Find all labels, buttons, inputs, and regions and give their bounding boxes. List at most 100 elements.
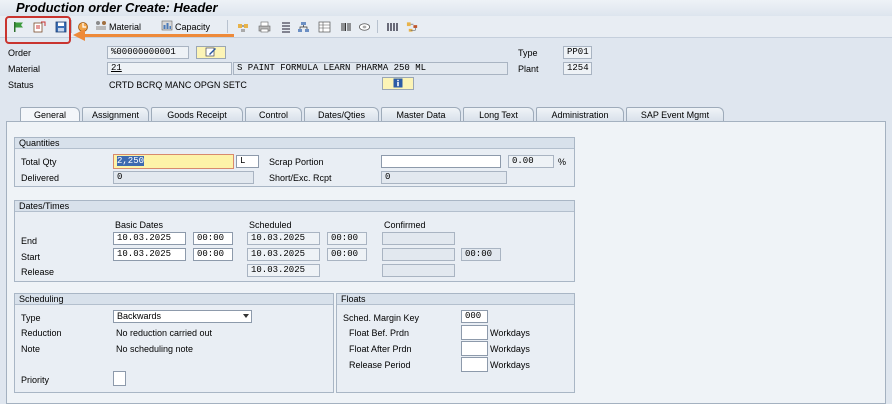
plant-label: Plant bbox=[518, 64, 539, 74]
dates-times-title: Dates/Times bbox=[15, 201, 574, 212]
order-field[interactable]: %00000000001 bbox=[107, 46, 189, 59]
network-icon[interactable] bbox=[406, 20, 419, 33]
table-icon[interactable] bbox=[318, 20, 331, 33]
material-description: S PAINT FORMULA LEARN PHARMA 250 ML bbox=[233, 62, 508, 75]
total-qty-label: Total Qty bbox=[21, 157, 57, 167]
start-confirmed-date-field bbox=[382, 248, 455, 261]
tab-goods-receipt[interactable]: Goods Receipt bbox=[151, 107, 243, 121]
tab-assignment[interactable]: Assignment bbox=[82, 107, 149, 121]
tab-control[interactable]: Control bbox=[245, 107, 302, 121]
arrow-annotation-head bbox=[73, 29, 85, 41]
start-label: Start bbox=[21, 252, 41, 262]
delivered-field: 0 bbox=[113, 171, 254, 184]
float-after-prdn-field[interactable] bbox=[461, 341, 488, 356]
total-qty-value: 2,250 bbox=[117, 156, 145, 166]
plant-field[interactable]: 1254 bbox=[563, 62, 592, 75]
capacity-icon bbox=[161, 20, 173, 33]
short-exc-rcpt-label: Short/Exc. Rcpt bbox=[269, 173, 332, 183]
info-icon bbox=[393, 78, 403, 90]
release-period-unit: Workdays bbox=[490, 360, 530, 370]
tab-master-data[interactable]: Master Data bbox=[381, 107, 461, 121]
float-bef-prdn-label: Float Bef. Prdn bbox=[349, 328, 410, 338]
type-label: Type bbox=[518, 48, 538, 58]
edit-icon bbox=[205, 47, 217, 59]
start-scheduled-time-field: 00:00 bbox=[327, 248, 367, 261]
floats-title: Floats bbox=[337, 294, 574, 305]
material-field[interactable]: 21 bbox=[107, 62, 232, 75]
list-icon[interactable] bbox=[279, 20, 292, 33]
start-confirmed-time-field: 00:00 bbox=[461, 248, 501, 261]
unit-field[interactable]: L bbox=[236, 155, 259, 168]
tab-dates-qties[interactable]: Dates/Qties bbox=[304, 107, 379, 121]
delivered-label: Delivered bbox=[21, 173, 60, 183]
scheduling-type-label: Type bbox=[21, 313, 41, 323]
scheduling-title: Scheduling bbox=[15, 294, 333, 305]
scheduling-group: Scheduling bbox=[14, 293, 334, 393]
chevron-down-icon bbox=[243, 314, 249, 318]
scheduling-type-value: Backwards bbox=[117, 311, 162, 321]
release-period-field[interactable] bbox=[461, 357, 488, 372]
float-after-prdn-label: Float After Prdn bbox=[349, 344, 412, 354]
short-exc-rcpt-field: 0 bbox=[381, 171, 507, 184]
tab-sap-event-mgmt[interactable]: SAP Event Mgmt bbox=[626, 107, 724, 121]
sched-margin-key-field[interactable]: 000 bbox=[461, 310, 488, 323]
scheduled-header: Scheduled bbox=[249, 220, 292, 230]
reduction-value: No reduction carried out bbox=[116, 328, 213, 338]
start-scheduled-date-field: 10.03.2025 bbox=[247, 248, 320, 261]
sched-margin-key-label: Sched. Margin Key bbox=[343, 313, 420, 323]
status-info-button[interactable] bbox=[382, 77, 414, 90]
grid-icon[interactable] bbox=[386, 20, 399, 33]
end-basic-time-field[interactable]: 00:00 bbox=[193, 232, 233, 245]
tab-general[interactable]: General bbox=[20, 107, 80, 121]
tab-administration[interactable]: Administration bbox=[536, 107, 624, 121]
scrap-portion-field[interactable] bbox=[381, 155, 501, 168]
arrow-annotation-shaft bbox=[84, 34, 234, 37]
release-confirmed-date-field bbox=[382, 264, 455, 277]
percent-sign: % bbox=[558, 157, 567, 167]
cost-icon[interactable] bbox=[358, 20, 371, 33]
barcode-icon[interactable] bbox=[339, 20, 352, 33]
start-basic-date-field[interactable]: 10.03.2025 bbox=[113, 248, 186, 261]
float-bef-prdn-unit: Workdays bbox=[490, 328, 530, 338]
total-qty-field[interactable]: 2,250 bbox=[113, 154, 234, 169]
confirmed-header: Confirmed bbox=[384, 220, 426, 230]
end-basic-date-field[interactable]: 10.03.2025 bbox=[113, 232, 186, 245]
end-label: End bbox=[21, 236, 38, 246]
edit-order-button[interactable] bbox=[196, 46, 226, 59]
end-confirmed-date-field bbox=[382, 232, 455, 245]
priority-label: Priority bbox=[21, 375, 50, 385]
end-scheduled-date-field: 10.03.2025 bbox=[247, 232, 320, 245]
start-basic-time-field[interactable]: 00:00 bbox=[193, 248, 233, 261]
material-button[interactable]: Material bbox=[95, 20, 141, 33]
end-scheduled-time-field: 00:00 bbox=[327, 232, 367, 245]
window-title: Production order Create: Header bbox=[16, 0, 218, 15]
hierarchy-icon[interactable] bbox=[297, 20, 310, 33]
floats-group: Floats bbox=[336, 293, 575, 393]
float-after-prdn-unit: Workdays bbox=[490, 344, 530, 354]
capacity-button[interactable]: Capacity bbox=[161, 20, 210, 33]
tab-long-text[interactable]: Long Text bbox=[463, 107, 534, 121]
tab-strip: General Assignment Goods Receipt Control… bbox=[6, 107, 886, 121]
highlight-annotation bbox=[5, 16, 71, 44]
print-icon[interactable] bbox=[258, 20, 271, 33]
order-label: Order bbox=[8, 48, 32, 58]
scrap-percent-field[interactable]: 0.00 bbox=[508, 155, 554, 168]
quantities-title: Quantities bbox=[15, 138, 574, 149]
scheduling-type-dropdown[interactable]: Backwards bbox=[113, 310, 252, 323]
status-value: CRTD BCRQ MANC OPGN SETC bbox=[109, 80, 247, 90]
scrap-portion-label: Scrap Portion bbox=[269, 157, 324, 167]
note-label: Note bbox=[21, 344, 41, 354]
capacity-button-label: Capacity bbox=[175, 21, 211, 32]
release-period-label: Release Period bbox=[349, 360, 411, 370]
basic-dates-header: Basic Dates bbox=[115, 220, 164, 230]
float-bef-prdn-field[interactable] bbox=[461, 325, 488, 340]
status-label: Status bbox=[8, 80, 34, 90]
material-label: Material bbox=[8, 64, 41, 74]
priority-field[interactable] bbox=[113, 371, 126, 386]
type-field[interactable]: PP01 bbox=[563, 46, 592, 59]
reduction-label: Reduction bbox=[21, 328, 62, 338]
note-value: No scheduling note bbox=[116, 344, 194, 354]
material-icon bbox=[95, 20, 107, 33]
material-button-label: Material bbox=[109, 21, 142, 32]
operations-icon[interactable] bbox=[237, 20, 250, 33]
